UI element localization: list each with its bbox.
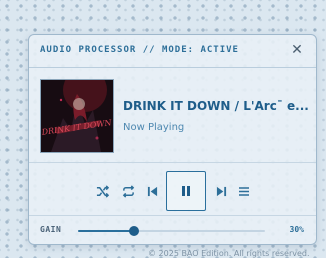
gain-slider-thumb[interactable]	[129, 226, 140, 236]
album-art: DRINK IT DOWN	[40, 68, 114, 153]
pause-icon	[182, 186, 190, 196]
repeat-icon[interactable]	[120, 183, 136, 199]
album-art-image: DRINK IT DOWN	[40, 68, 113, 152]
gain-slider-fill	[78, 230, 135, 232]
audio-processor-panel: AUDIO PROCESSOR // MODE: ACTIVE ✕ DRINK …	[28, 34, 317, 245]
menu-icon[interactable]	[236, 183, 252, 199]
gain-value: 30%	[289, 225, 304, 234]
track-status: Now Playing	[123, 122, 185, 133]
shuffle-icon[interactable]	[94, 183, 110, 199]
playback-controls	[29, 171, 316, 211]
pause-button[interactable]	[166, 171, 206, 211]
skip-forward-icon[interactable]	[213, 183, 229, 199]
gain-label: GAIN	[40, 225, 62, 234]
panel-title: AUDIO PROCESSOR // MODE: ACTIVE	[40, 45, 239, 55]
track-title: DRINK IT DOWN / L'Arc¯ e...	[123, 99, 309, 113]
close-icon[interactable]: ✕	[290, 42, 304, 58]
gain-slider[interactable]	[78, 226, 265, 236]
skip-back-icon[interactable]	[144, 183, 160, 199]
divider	[29, 215, 316, 216]
panel-header: AUDIO PROCESSOR // MODE: ACTIVE ✕	[29, 35, 316, 68]
divider	[29, 162, 316, 163]
footer-copyright: © 2025 BAO Edition. All rights reserved.	[148, 249, 310, 258]
